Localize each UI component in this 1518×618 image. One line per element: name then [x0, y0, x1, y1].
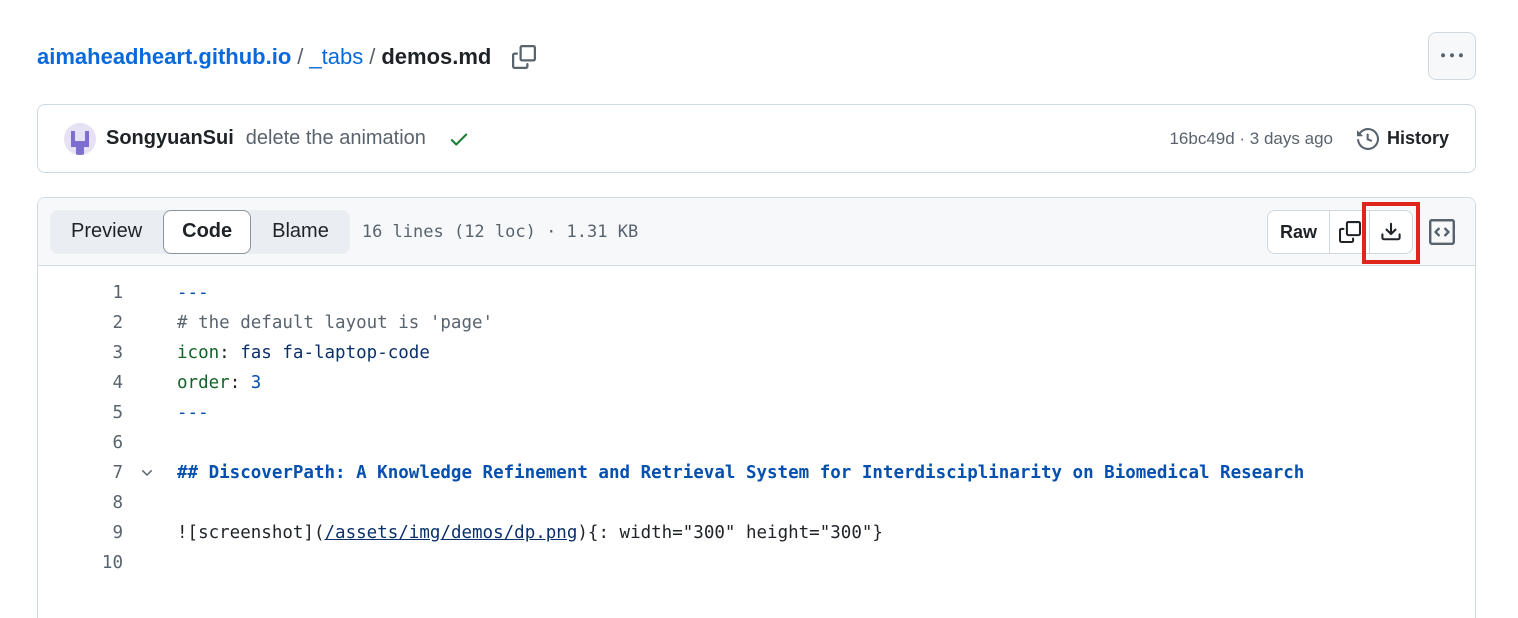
history-button[interactable]: History [1356, 127, 1449, 150]
yaml-key: order [177, 373, 230, 393]
code-line: 3 icon: fas fa-laptop-code [38, 338, 1475, 368]
chevron-down-icon [142, 470, 152, 476]
line-content: ![screenshot](/assets/img/demos/dp.png){… [177, 523, 883, 543]
raw-button[interactable]: Raw [1268, 211, 1330, 253]
commit-sha-and-time[interactable]: 16bc49d · 3 days ago [1169, 129, 1333, 149]
yaml-colon: : [219, 343, 241, 363]
code-line: 1 --- [38, 278, 1475, 308]
check-icon[interactable] [448, 128, 470, 150]
history-icon [1356, 127, 1379, 150]
code-line: 8 [38, 488, 1475, 518]
code-line: 9 ![screenshot](/assets/img/demos/dp.png… [38, 518, 1475, 548]
line-number[interactable]: 5 [38, 403, 123, 423]
copy-icon [1338, 221, 1361, 243]
copy-raw-button[interactable] [1330, 211, 1370, 253]
symbols-panel-button[interactable] [1422, 214, 1462, 250]
markdown-image-attrs: ){: width="300" height="300"} [577, 523, 883, 543]
line-number[interactable]: 3 [38, 343, 123, 363]
latest-commit-bar: SongyuanSui delete the animation 16bc49d… [37, 104, 1476, 173]
code-line: 6 [38, 428, 1475, 458]
tab-blame[interactable]: Blame [251, 210, 350, 254]
file-viewer: Preview Code Blame 16 lines (12 loc) · 1… [37, 197, 1476, 618]
line-number[interactable]: 10 [38, 553, 123, 573]
fold-toggle[interactable] [138, 465, 156, 481]
markdown-image-open: ![screenshot]( [177, 523, 325, 543]
symbols-icon [1429, 219, 1455, 245]
markdown-image-path-link[interactable]: /assets/img/demos/dp.png [325, 523, 578, 543]
line-number[interactable]: 2 [38, 313, 123, 333]
yaml-value: fas fa-laptop-code [240, 343, 430, 363]
line-number[interactable]: 8 [38, 493, 123, 513]
breadcrumb-folder-link[interactable]: _tabs [309, 44, 363, 70]
tab-preview[interactable]: Preview [50, 210, 163, 254]
line-content: icon: fas fa-laptop-code [177, 343, 430, 363]
code-line: 10 [38, 548, 1475, 578]
download-raw-button[interactable] [1370, 211, 1412, 253]
breadcrumb-separator: / [297, 44, 304, 69]
yaml-key: icon [177, 343, 220, 363]
breadcrumb-repo-link[interactable]: aimaheadheart.github.io [37, 44, 291, 70]
avatar[interactable] [64, 122, 96, 155]
breadcrumb-separator: / [369, 44, 376, 69]
line-content: ## DiscoverPath: A Knowledge Refinement … [177, 463, 1305, 483]
line-content: --- [177, 283, 209, 303]
yaml-value: 3 [250, 373, 262, 393]
commit-author[interactable]: SongyuanSui [106, 127, 234, 150]
copy-path-button[interactable] [509, 42, 539, 72]
copy-icon [512, 45, 537, 69]
line-number[interactable]: 4 [38, 373, 123, 393]
line-number[interactable]: 1 [38, 283, 123, 303]
line-number[interactable]: 6 [38, 433, 123, 453]
line-number[interactable]: 9 [38, 523, 123, 543]
code-line: 5 --- [38, 398, 1475, 428]
line-number[interactable]: 7 [38, 463, 123, 483]
tab-code[interactable]: Code [163, 209, 252, 254]
download-icon [1381, 222, 1401, 241]
file-header: Preview Code Blame 16 lines (12 loc) · 1… [38, 198, 1475, 266]
kebab-icon [1441, 53, 1463, 58]
code-line: 7 ## DiscoverPath: A Knowledge Refinemen… [38, 458, 1475, 488]
breadcrumb-current-file: demos.md [381, 44, 492, 69]
file-actions: Raw [1267, 210, 1413, 254]
file-info: 16 lines (12 loc) · 1.31 KB [361, 221, 639, 242]
line-content: order: 3 [177, 373, 261, 393]
view-mode-toggle: Preview Code Blame [50, 209, 350, 254]
line-content: --- [177, 403, 209, 423]
commit-message[interactable]: delete the animation [246, 127, 426, 150]
code-line: 4 order: 3 [38, 368, 1475, 398]
yaml-colon: : [229, 373, 251, 393]
history-label: History [1386, 128, 1449, 148]
code-view: 1 --- 2 # the default layout is 'page' 3… [38, 266, 1475, 578]
more-options-button[interactable] [1428, 32, 1476, 80]
breadcrumb: aimaheadheart.github.io / _tabs / demos.… [37, 42, 539, 72]
code-line: 2 # the default layout is 'page' [38, 308, 1475, 338]
line-content: # the default layout is 'page' [177, 313, 494, 333]
